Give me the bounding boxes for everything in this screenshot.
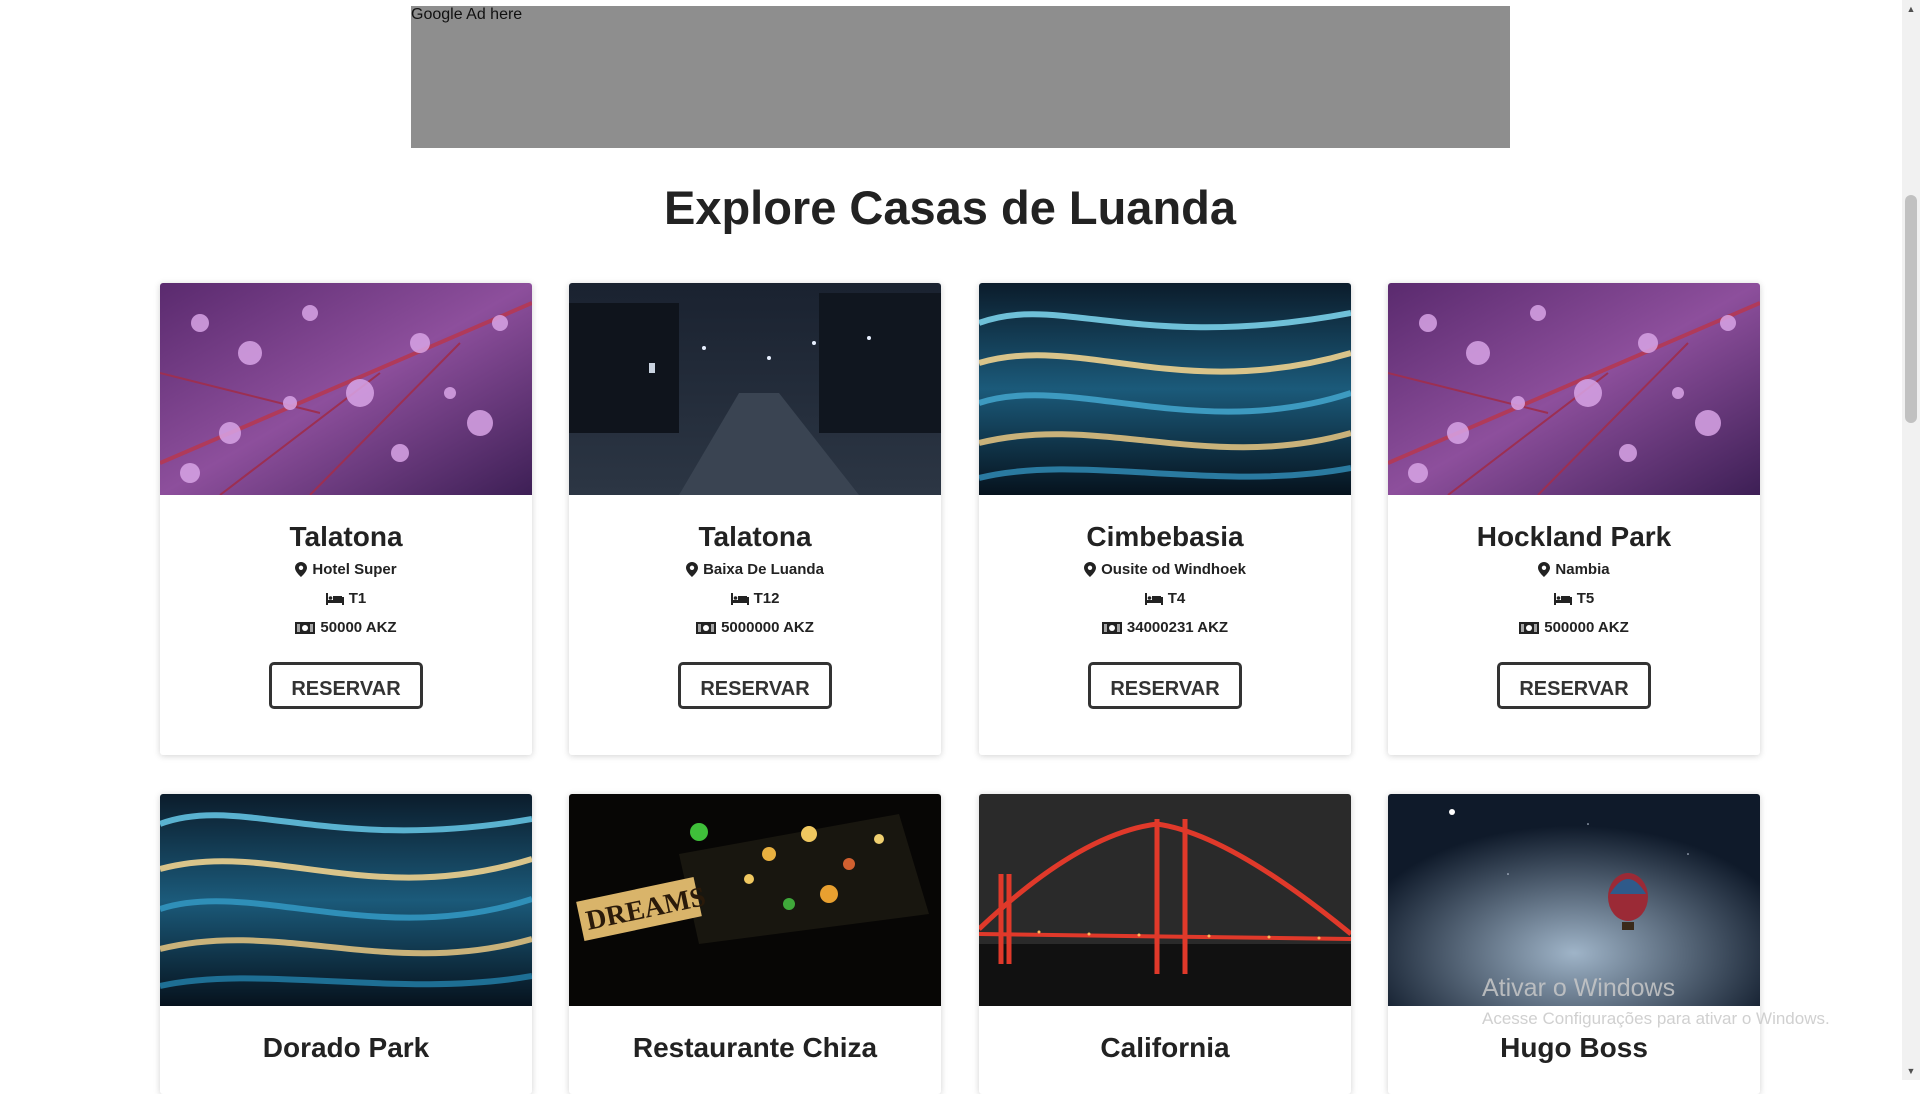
property-image	[979, 794, 1351, 1006]
map-pin-icon	[295, 562, 308, 577]
property-image	[979, 283, 1351, 495]
property-rooms: T1	[348, 590, 367, 607]
ad-label: Google Ad here	[411, 6, 523, 23]
property-card: Talatona Baixa De Luanda T12 5000000 AKZ…	[569, 283, 941, 755]
property-image	[160, 794, 532, 1006]
property-name: Dorado Park	[262, 1032, 430, 1063]
property-card: Hockland Park Nambia T5 500000 AKZ RESER…	[1388, 283, 1760, 755]
property-image	[1388, 283, 1760, 495]
map-pin-icon	[1538, 562, 1551, 577]
bed-icon	[1144, 592, 1163, 605]
google-ad-banner[interactable]: Google Ad here	[411, 6, 1510, 148]
scrollbar-thumb[interactable]	[1905, 195, 1917, 423]
vertical-scrollbar[interactable]: ▲ ▼	[1902, 0, 1920, 1080]
property-location: Nambia	[1555, 561, 1610, 578]
map-pin-icon	[686, 562, 699, 577]
bed-icon	[730, 592, 749, 605]
property-image: DREAMS	[569, 794, 941, 1006]
property-name: Talatona	[289, 521, 403, 552]
property-rooms: T5	[1576, 590, 1595, 607]
money-icon	[1519, 621, 1540, 634]
scroll-down-arrow-icon[interactable]: ▼	[1902, 1062, 1920, 1080]
property-rooms: T4	[1167, 590, 1186, 607]
property-card: Talatona Hotel Super T1 50000 AKZ RESERV…	[160, 283, 532, 755]
property-name: Restaurante Chiza	[632, 1032, 878, 1063]
property-name: Hockland Park	[1476, 521, 1672, 552]
property-name: Talatona	[698, 521, 812, 552]
property-card: Dorado Park	[160, 794, 532, 1094]
property-card: DREAMS Restaurante Chiza	[569, 794, 941, 1094]
property-location: Ousite od Windhoek	[1101, 561, 1246, 578]
property-name: California	[1100, 1032, 1230, 1063]
reservar-button[interactable]: RESERVAR	[678, 662, 832, 709]
property-location: Hotel Super	[312, 561, 397, 578]
page-title: Explore Casas de Luanda	[663, 181, 1237, 234]
money-icon	[1101, 621, 1122, 634]
property-rooms: T12	[753, 590, 780, 607]
property-name: Cimbebasia	[1086, 521, 1244, 552]
property-location: Baixa De Luanda	[703, 561, 824, 578]
map-pin-icon	[1084, 562, 1097, 577]
property-price: 50000 AKZ	[320, 619, 397, 636]
property-image	[1388, 794, 1760, 1006]
bed-icon	[325, 592, 344, 605]
reservar-button[interactable]: RESERVAR	[269, 662, 423, 709]
money-icon	[295, 621, 316, 634]
property-card: Hugo Boss	[1388, 794, 1760, 1094]
money-icon	[696, 621, 717, 634]
property-price: 500000 AKZ	[1544, 619, 1629, 636]
property-image	[569, 283, 941, 495]
property-card: Cimbebasia Ousite od Windhoek T4 3400023…	[979, 283, 1351, 755]
bed-icon	[1553, 592, 1572, 605]
reservar-button[interactable]: RESERVAR	[1497, 662, 1651, 709]
property-price: 5000000 AKZ	[721, 619, 814, 636]
reservar-button[interactable]: RESERVAR	[1088, 662, 1242, 709]
property-price: 34000231 AKZ	[1126, 619, 1229, 636]
property-card: California	[979, 794, 1351, 1094]
scroll-up-arrow-icon[interactable]: ▲	[1902, 0, 1920, 18]
property-name: Hugo Boss	[1500, 1032, 1648, 1063]
property-image	[160, 283, 532, 495]
